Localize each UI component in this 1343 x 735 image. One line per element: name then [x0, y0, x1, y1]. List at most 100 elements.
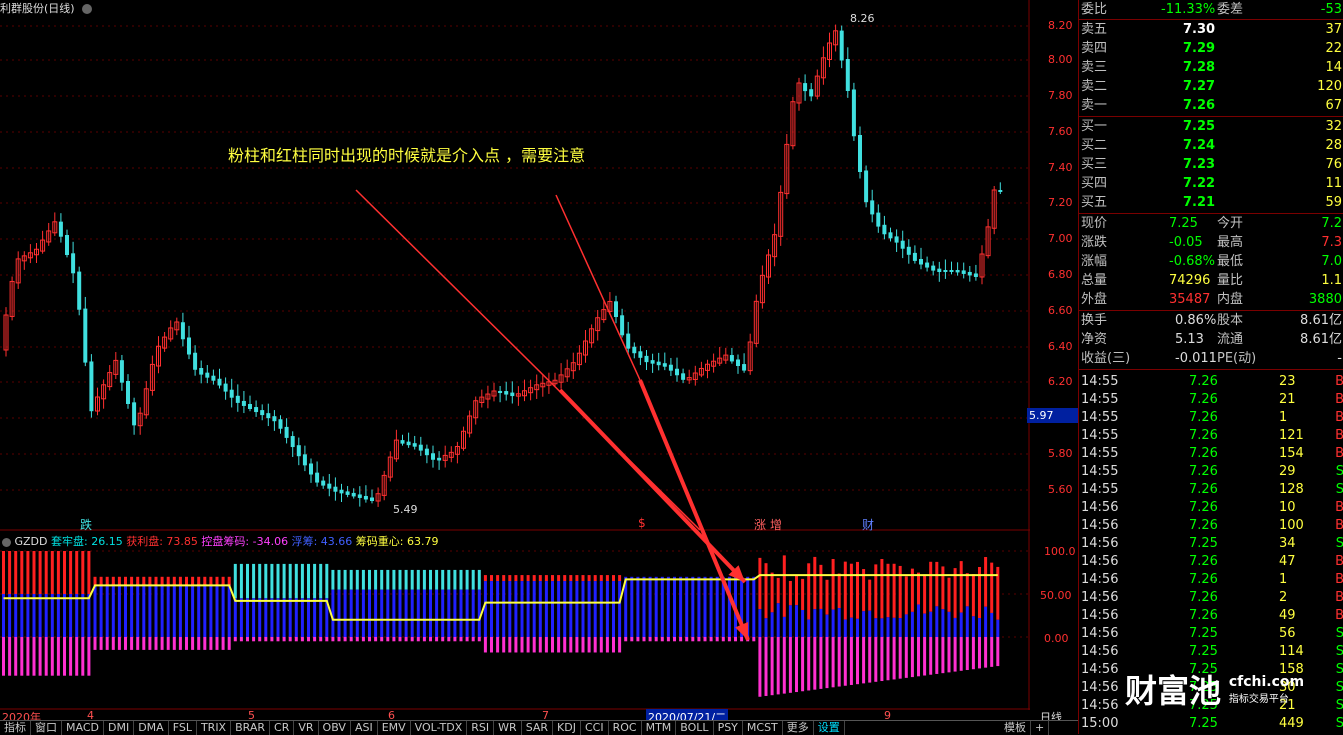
indicator-bar-pink: [50, 637, 54, 676]
tab-10[interactable]: OBV: [319, 721, 351, 735]
indicator-bar-blue: [703, 576, 707, 637]
indicator-bar-pink: [788, 637, 792, 693]
quote-text: 最低: [1217, 254, 1244, 269]
candle-body: [998, 190, 1003, 192]
indicator-bar-red: [520, 575, 524, 582]
indicator-legend[interactable]: GZDD 套牢盘: 26.15 获利盘: 73.85 控盘筹码: -34.06 …: [2, 533, 438, 549]
tab-4[interactable]: DMA: [134, 721, 169, 735]
quote-text: 47: [1279, 554, 1296, 569]
indicator-bar-pink: [795, 637, 798, 693]
indicator-bar-red: [984, 557, 988, 607]
quote-text: 7.25: [1183, 119, 1216, 134]
indicator-bar-blue: [111, 585, 115, 637]
candle-body: [339, 489, 344, 494]
tab-3[interactable]: DMI: [104, 721, 135, 735]
indicator-bar-cyan: [313, 563, 317, 599]
candle-body: [412, 443, 417, 447]
quote-text: 卖二: [1081, 79, 1108, 94]
indicator-bar-blue: [246, 598, 249, 637]
indicator-bar-blue: [978, 618, 981, 637]
indicator-bar-blue: [221, 585, 225, 637]
tab-19[interactable]: ROC: [609, 721, 642, 735]
indicator-bar-pink: [44, 637, 48, 676]
indicator-bar-pink: [520, 637, 524, 653]
indicator-bar-red: [544, 575, 548, 582]
indicator-bar-blue: [782, 616, 786, 637]
quote-text: 32: [1325, 119, 1342, 134]
arrow-line: [558, 388, 747, 584]
tab-right-1[interactable]: +: [1031, 721, 1050, 735]
candle-body: [925, 262, 930, 268]
tab-24[interactable]: 更多: [783, 721, 814, 735]
tab-18[interactable]: CCI: [581, 721, 609, 735]
indicator-bar-blue: [837, 608, 841, 637]
indicator-tabs[interactable]: 指标 窗口 MACD DMI DMA FSL TRIX BRAR CR VR OBV ASI EMV VO…: [0, 720, 1078, 735]
tab-20[interactable]: MTM: [642, 721, 677, 735]
quote-text: 买二: [1081, 138, 1108, 153]
indicator-bar-pink: [532, 637, 536, 653]
dropdown-icon[interactable]: [82, 4, 93, 14]
quote-text: 7.26: [1189, 428, 1218, 443]
indicator-bar-blue: [319, 598, 323, 637]
price-tick: 8.20: [1048, 19, 1073, 32]
quote-text: 7.26: [1189, 608, 1218, 623]
tab-17[interactable]: KDJ: [553, 721, 581, 735]
settings-icon[interactable]: [2, 537, 11, 547]
indicator-bar-pink: [239, 637, 243, 642]
price-tick: 7.20: [1048, 196, 1073, 209]
indicator-bar-pink: [849, 637, 853, 685]
tab-13[interactable]: VOL-TDX: [411, 721, 468, 735]
candle-body: [119, 360, 124, 383]
tab-1[interactable]: 窗口: [31, 721, 62, 735]
candle-body: [89, 361, 94, 412]
tab-7[interactable]: BRAR: [231, 721, 271, 735]
indicator-bar-blue: [160, 585, 164, 637]
tab-8[interactable]: CR: [270, 721, 295, 735]
indicator-bar-blue: [490, 581, 493, 637]
tab-22[interactable]: PSY: [714, 721, 743, 735]
indicator-bar-blue: [81, 594, 85, 637]
kline-chart[interactable]: [0, 0, 1078, 710]
tab-25[interactable]: 设置: [814, 721, 845, 735]
quote-text: B: [1335, 410, 1343, 425]
candle-body: [327, 483, 332, 489]
tab-14[interactable]: RSI: [467, 721, 495, 735]
tab-5[interactable]: FSL: [169, 721, 197, 735]
indicator-bar-pink: [703, 637, 707, 642]
tab-11[interactable]: ASI: [351, 721, 378, 735]
tab-right-0[interactable]: 模板: [1000, 721, 1031, 735]
price-tick: 7.00: [1048, 232, 1073, 245]
indicator-bar-blue: [483, 581, 487, 637]
tab-16[interactable]: SAR: [522, 721, 554, 735]
indicator-bar-pink: [898, 637, 902, 679]
tab-21[interactable]: BOLL: [676, 721, 714, 735]
indicator-bar-pink: [624, 637, 628, 642]
quote-text: 7.26: [1189, 554, 1218, 569]
indicator-bar-pink: [124, 637, 127, 650]
indicator-bar-blue: [508, 581, 512, 637]
indicator-bar-pink: [429, 637, 432, 642]
indicator-bar-red: [947, 577, 951, 612]
candle-body: [309, 463, 313, 475]
tab-6[interactable]: TRIX: [197, 721, 232, 735]
tab-12[interactable]: EMV: [378, 721, 411, 735]
indicator-bar-pink: [941, 637, 945, 674]
tab-9[interactable]: VR: [294, 721, 319, 735]
tab-23[interactable]: MCST: [743, 721, 783, 735]
chart-area[interactable]: [0, 0, 1078, 710]
tab-0[interactable]: 指标: [0, 721, 31, 735]
indicator-bar-pink: [343, 637, 347, 642]
tab-15[interactable]: WR: [494, 721, 522, 735]
quote-text: 14:55: [1081, 410, 1119, 425]
indicator-bar-blue: [496, 581, 500, 637]
quote-text: B: [1335, 428, 1343, 443]
candle-body: [211, 375, 216, 381]
indicator-bar-blue: [654, 576, 658, 637]
indicator-bar-blue: [130, 585, 134, 637]
indicator-bar-red: [837, 573, 841, 609]
indicator-bar-blue: [697, 576, 701, 637]
quote-text: 1: [1279, 572, 1288, 587]
tab-2[interactable]: MACD: [62, 721, 104, 735]
quote-text: 7.26: [1189, 446, 1218, 461]
quote-text: 35487: [1169, 292, 1211, 307]
